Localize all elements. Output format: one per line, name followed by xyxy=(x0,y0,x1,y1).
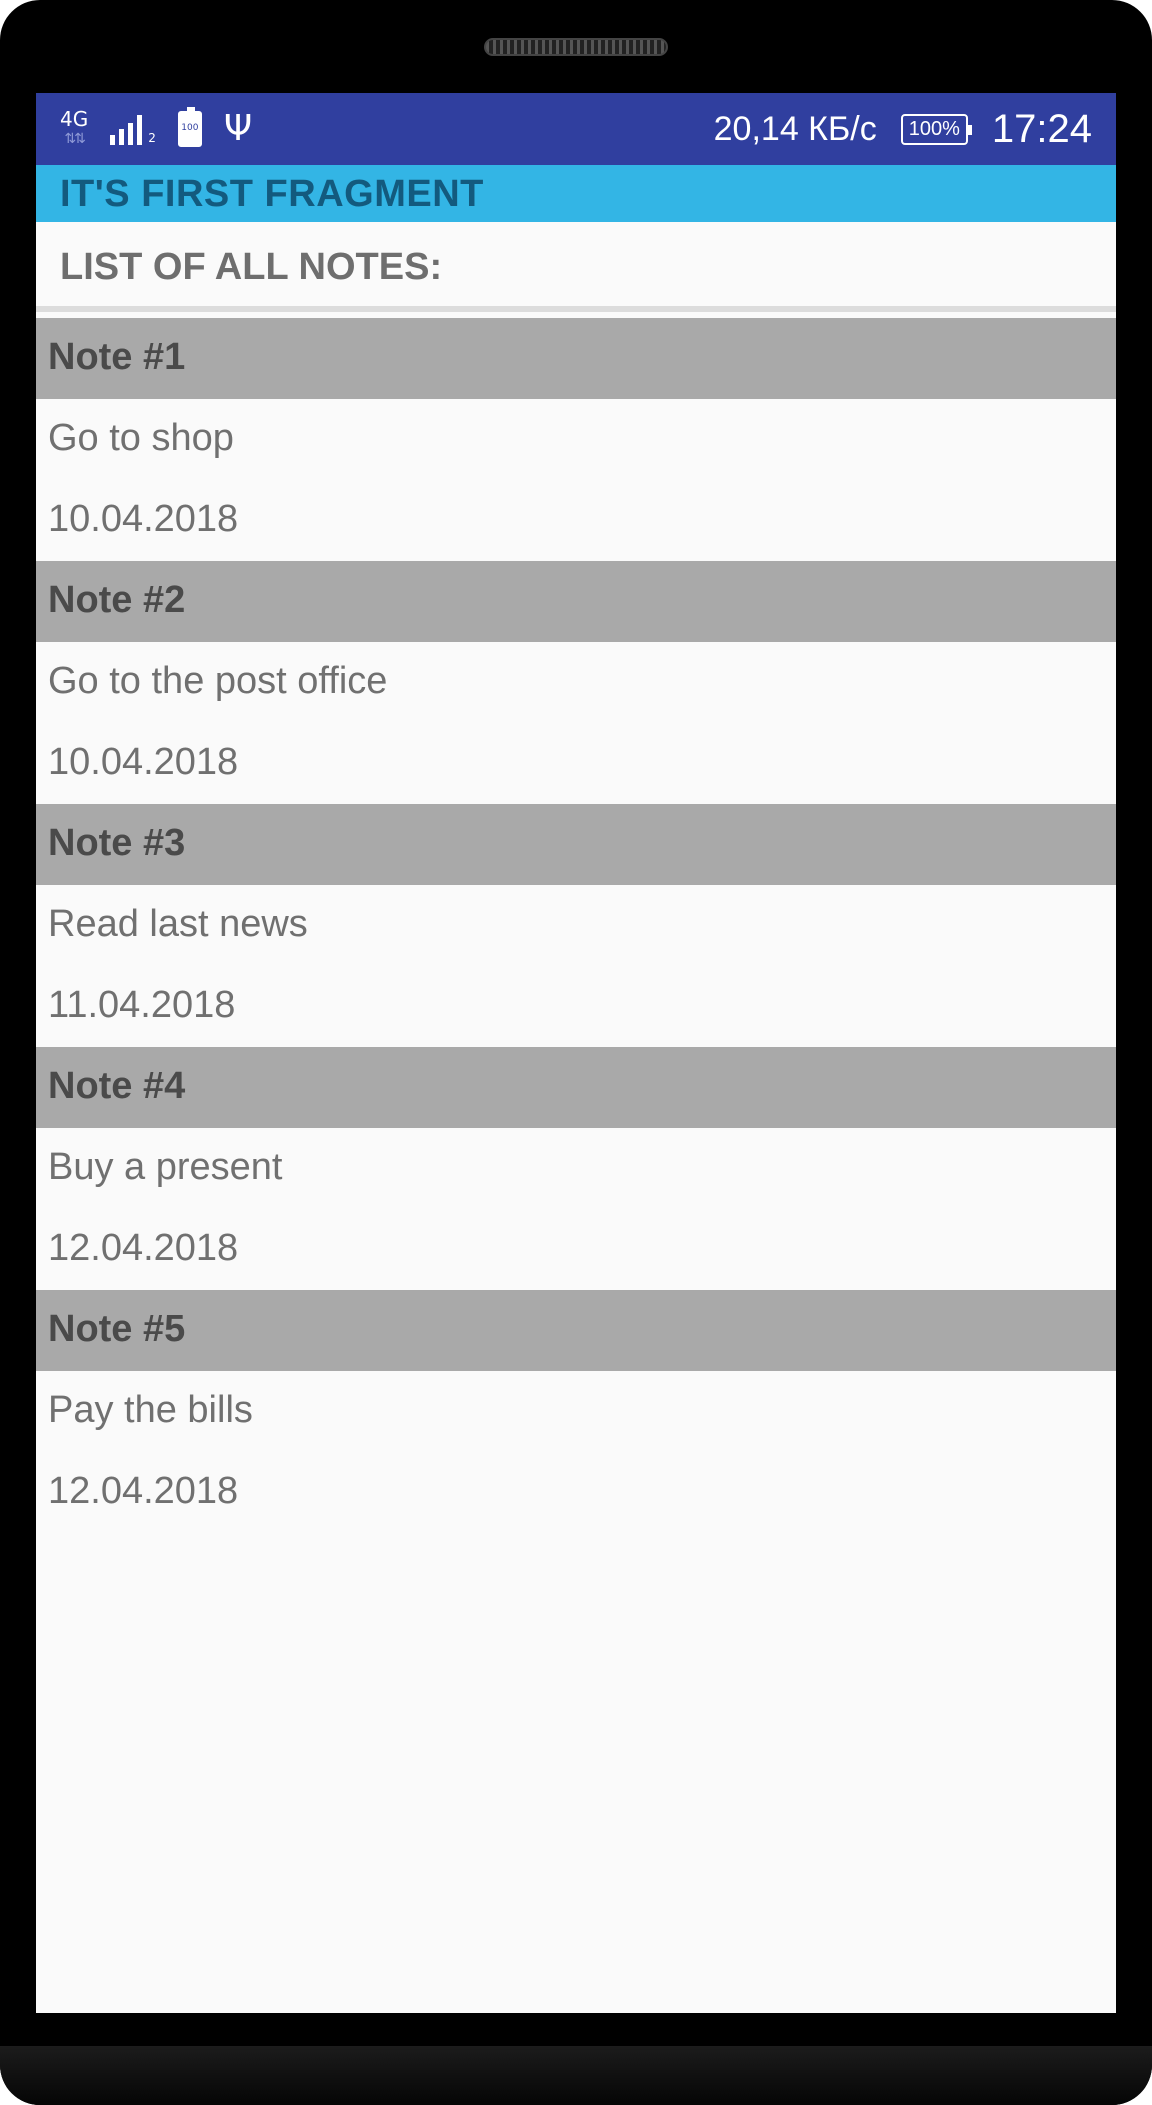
note-title: Note #1 xyxy=(48,336,186,378)
note-header: Note #2 xyxy=(36,561,1116,642)
screen: 4G ⇅⇅ 2 100 Ψ 20,14 КБ/с 100% 17:24 IT'S… xyxy=(36,93,1116,2013)
list-item[interactable]: Note #5 Pay the bills 12.04.2018 xyxy=(36,1290,1116,1533)
note-text: Go to the post office xyxy=(48,660,388,702)
network-speed: 20,14 КБ/с xyxy=(713,109,877,148)
note-title: Note #5 xyxy=(48,1308,186,1350)
note-text-row: Read last news xyxy=(36,885,1116,966)
usb-icon: Ψ xyxy=(223,108,253,149)
list-item[interactable]: Note #4 Buy a present 12.04.2018 xyxy=(36,1047,1116,1290)
note-date: 12.04.2018 xyxy=(48,1470,239,1512)
note-text-row: Go to the post office xyxy=(36,642,1116,723)
note-date-row: 10.04.2018 xyxy=(36,723,1116,804)
note-text-row: Pay the bills xyxy=(36,1371,1116,1452)
battery-icon-level: 100 xyxy=(181,123,199,133)
data-arrows-icon: ⇅⇅ xyxy=(64,131,86,147)
note-title: Note #3 xyxy=(48,822,186,864)
note-text: Buy a present xyxy=(48,1146,283,1188)
battery-icon: 100 xyxy=(177,107,202,147)
list-header-title: LIST OF ALL NOTES: xyxy=(60,246,443,288)
signal-icon: 2 xyxy=(110,113,156,145)
note-header: Note #1 xyxy=(36,318,1116,399)
note-date-row: 10.04.2018 xyxy=(36,480,1116,561)
note-text: Read last news xyxy=(48,903,308,945)
note-date-row: 12.04.2018 xyxy=(36,1452,1116,1533)
sim-slot-label: 2 xyxy=(148,131,156,145)
app-bar: IT'S FIRST FRAGMENT xyxy=(36,165,1116,222)
note-header: Note #3 xyxy=(36,804,1116,885)
note-text-row: Buy a present xyxy=(36,1128,1116,1209)
app-bar-title: IT'S FIRST FRAGMENT xyxy=(60,173,484,215)
status-icons-right: 20,14 КБ/с 100% 17:24 xyxy=(714,105,1092,153)
status-icons-left: 4G ⇅⇅ 2 100 Ψ xyxy=(60,105,252,153)
network-label: 4G xyxy=(60,107,89,131)
note-date: 10.04.2018 xyxy=(48,741,239,783)
note-date: 12.04.2018 xyxy=(48,1227,239,1269)
list-item[interactable]: Note #3 Read last news 11.04.2018 xyxy=(36,804,1116,1047)
clock: 17:24 xyxy=(991,106,1092,151)
note-header: Note #4 xyxy=(36,1047,1116,1128)
bottom-bezel xyxy=(0,2046,1152,2105)
note-title: Note #4 xyxy=(48,1065,186,1107)
note-date: 10.04.2018 xyxy=(48,498,239,540)
list-header: LIST OF ALL NOTES: xyxy=(36,222,1116,312)
note-header: Note #5 xyxy=(36,1290,1116,1371)
note-text: Go to shop xyxy=(48,417,234,459)
list-item[interactable]: Note #2 Go to the post office 10.04.2018 xyxy=(36,561,1116,804)
note-date-row: 12.04.2018 xyxy=(36,1209,1116,1290)
note-text-row: Go to shop xyxy=(36,399,1116,480)
note-date-row: 11.04.2018 xyxy=(36,966,1116,1047)
battery-percent: 100% xyxy=(900,113,973,145)
network-4g-icon: 4G ⇅⇅ xyxy=(60,109,88,149)
status-bar: 4G ⇅⇅ 2 100 Ψ 20,14 КБ/с 100% 17:24 xyxy=(36,93,1116,165)
note-date: 11.04.2018 xyxy=(48,984,236,1026)
notes-list[interactable]: Note #1 Go to shop 10.04.2018 Note #2 Go… xyxy=(36,318,1116,1533)
note-text: Pay the bills xyxy=(48,1389,253,1431)
list-item[interactable]: Note #1 Go to shop 10.04.2018 xyxy=(36,318,1116,561)
phone-frame: 4G ⇅⇅ 2 100 Ψ 20,14 КБ/с 100% 17:24 IT'S… xyxy=(0,0,1152,2105)
note-title: Note #2 xyxy=(48,579,186,621)
speaker-grille xyxy=(484,38,668,56)
